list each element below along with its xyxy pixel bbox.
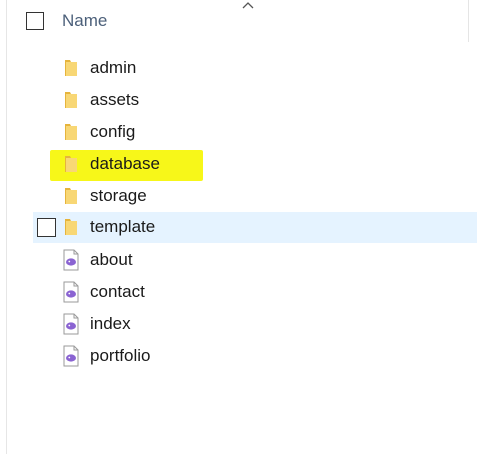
item-label: config <box>90 122 136 141</box>
item-label: about <box>90 250 133 269</box>
list-item-storage[interactable]: storage <box>33 181 477 212</box>
folder-icon <box>65 156 77 172</box>
folder-icon <box>65 60 77 76</box>
list-item-about[interactable]: about <box>33 245 477 276</box>
item-label: admin <box>90 58 137 77</box>
column-header: Name <box>7 0 477 44</box>
php-file-icon <box>63 345 79 367</box>
folder-icon <box>65 124 77 140</box>
item-label: index <box>90 314 131 333</box>
item-label: database <box>90 154 160 173</box>
column-divider[interactable] <box>468 0 469 42</box>
list-item-template[interactable]: template <box>33 212 477 243</box>
folder-icon <box>65 92 77 108</box>
list-item-config[interactable]: config <box>33 117 477 148</box>
item-label: assets <box>90 90 140 109</box>
folder-icon <box>65 219 77 235</box>
file-list-pane: Name admin assets config database storag… <box>6 0 477 454</box>
list-item-index[interactable]: index <box>33 309 477 340</box>
select-all-checkbox[interactable] <box>26 12 44 30</box>
php-file-icon <box>63 281 79 303</box>
folder-icon <box>65 188 77 204</box>
item-label: portfolio <box>90 346 151 365</box>
row-checkbox[interactable] <box>37 218 56 237</box>
php-file-icon <box>63 249 79 271</box>
item-label: storage <box>90 186 147 205</box>
name-column-header[interactable]: Name <box>62 11 107 31</box>
sort-ascending-icon[interactable] <box>241 0 255 10</box>
list-item-assets[interactable]: assets <box>33 85 477 116</box>
php-file-icon <box>63 313 79 335</box>
list-item-admin[interactable]: admin <box>33 53 477 84</box>
item-label: template <box>90 217 156 236</box>
list-item-portfolio[interactable]: portfolio <box>33 341 477 372</box>
list-item-database[interactable]: database <box>33 149 477 180</box>
list-item-contact[interactable]: contact <box>33 277 477 308</box>
item-label: contact <box>90 282 145 301</box>
